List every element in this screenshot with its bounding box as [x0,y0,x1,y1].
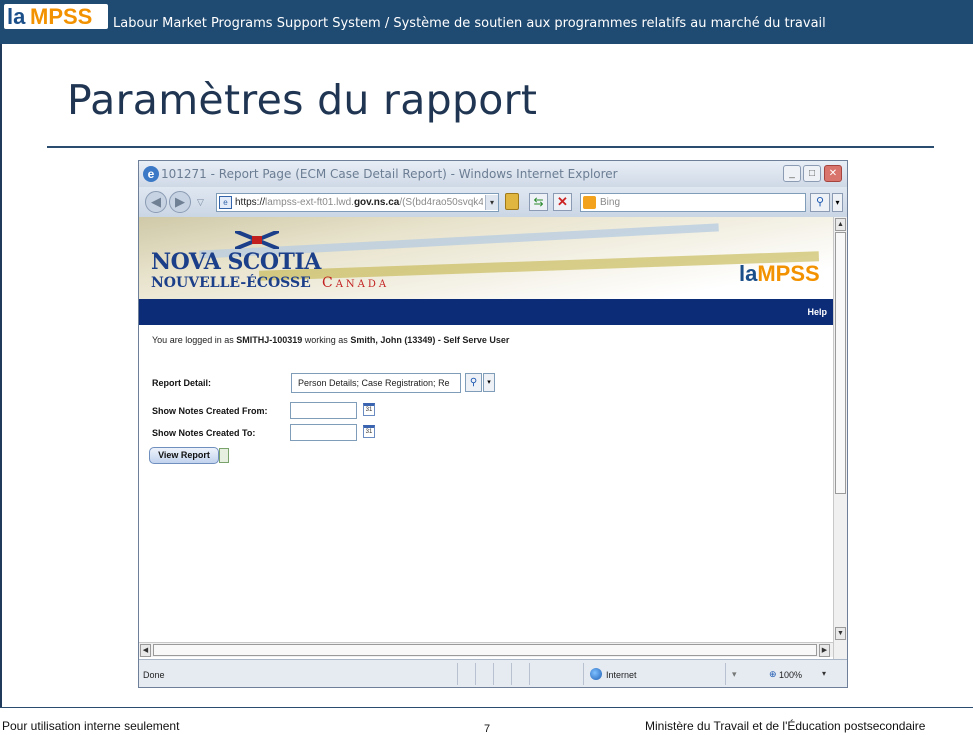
report-detail-label: Report Detail: [152,378,212,388]
recent-pages-dropdown-icon[interactable]: ▽ [197,197,204,208]
status-bar: Done Internet ▾ ⊕ 100% ▾ [139,659,847,687]
login-role: Smith, John (13349) - Self Serve User [350,335,510,345]
lampss-logo: la MPSS [4,4,108,29]
bing-icon [583,196,596,209]
help-link[interactable]: Help [807,307,827,317]
search-placeholder: Bing [600,197,621,208]
province-name-fr: NOUVELLE-ÉCOSSE [151,275,311,291]
page-content: NOVA SCOTIA NOUVELLE-ÉCOSSE Canada laMPS… [139,217,833,659]
maximize-button[interactable]: □ [803,165,821,182]
status-divider [475,663,476,685]
globe-icon [590,668,602,680]
scroll-right-icon[interactable]: ▶ [819,644,830,657]
page-number: 7 [484,723,491,735]
search-input[interactable]: Bing [580,193,806,212]
slide-banner: la MPSS Labour Market Programs Support S… [0,0,973,44]
browser-titlebar[interactable]: e 101271 - Report Page (ECM Case Detail … [139,161,847,187]
horizontal-scrollbar[interactable]: ◀ ▶ [139,642,833,657]
protected-mode-icon[interactable]: ▾ [732,669,737,680]
notes-from-label: Show Notes Created From: [152,406,268,416]
lock-icon[interactable] [505,193,519,210]
vertical-scrollbar[interactable]: ▲ ▼ [833,217,847,659]
report-detail-dropdown-icon[interactable]: ▾ [483,373,495,392]
login-prefix: You are logged in as [152,335,237,345]
zoom-level[interactable]: 100% [779,670,802,680]
address-text[interactable]: https://lampss-ext-ft01.lwd.gov.ns.ca/(S… [235,197,483,208]
minimize-button[interactable]: _ [783,165,801,182]
status-divider [493,663,494,685]
forward-button[interactable]: ▶ [169,191,191,213]
stop-button[interactable]: ✕ [553,193,572,211]
status-divider [529,663,530,685]
status-divider [725,663,726,685]
status-divider [457,663,458,685]
url-domain: gov.ns.ca [353,197,400,208]
footer-ministry: Ministère du Travail et de l'Éducation p… [645,719,926,733]
footer-confidentiality: Pour utilisation interne seulement [2,719,180,733]
country-name: Canada [322,275,390,291]
app-logo-la: la [739,261,758,286]
address-toolbar: ◀ ▶ ▽ e https://lampss-ext-ft01.lwd.gov.… [139,187,847,217]
login-middle: working as [302,335,351,345]
close-button[interactable]: ✕ [824,165,842,182]
address-bar[interactable]: e https://lampss-ext-ft01.lwd.gov.ns.ca/… [216,193,499,212]
address-dropdown-icon[interactable]: ▾ [485,195,498,210]
back-button[interactable]: ◀ [145,191,167,213]
notes-to-input[interactable] [290,424,357,441]
view-report-indicator-icon [219,448,229,463]
vertical-scroll-thumb[interactable] [835,232,846,494]
horizontal-scroll-thumb[interactable] [153,644,817,656]
page-icon: e [219,196,232,209]
page-title: Paramètres du rapport [67,76,538,124]
login-user: SMITHJ-100319 [236,335,303,345]
status-divider [511,663,512,685]
scroll-left-icon[interactable]: ◀ [140,644,151,657]
report-detail-field[interactable]: Person Details; Case Registration; Re [291,373,461,393]
search-options-dropdown-icon[interactable]: ▾ [832,193,843,212]
province-name: NOVA SCOTIA [151,249,321,275]
logo-text-la: la [7,4,26,29]
zoom-dropdown-icon[interactable]: ▾ [822,669,826,678]
login-status: You are logged in as SMITHJ-100319 worki… [152,335,512,346]
scroll-down-icon[interactable]: ▼ [835,627,846,640]
app-logo-mpss: MPSS [757,261,820,286]
view-report-button[interactable]: View Report [149,447,219,464]
ie-logo-icon: e [143,166,159,182]
scroll-up-icon[interactable]: ▲ [835,218,846,231]
footer-divider [0,707,973,708]
url-host-prefix: lampss-ext-ft01.lwd. [265,197,354,208]
notes-from-input[interactable] [290,402,357,419]
security-zone: Internet [606,670,637,680]
slide-frame-left [0,44,2,708]
calendar-to-icon[interactable]: 31 [363,425,375,438]
nova-scotia-header: NOVA SCOTIA NOUVELLE-ÉCOSSE Canada laMPS… [139,217,833,299]
refresh-button[interactable]: ⇆ [529,193,548,211]
zoom-icon[interactable]: ⊕ [769,669,777,680]
banner-text: Labour Market Programs Support System / … [113,16,826,31]
status-divider [583,663,584,685]
calendar-from-icon[interactable]: 31 [363,403,375,416]
url-path: /(S(bd4rao50svqk4 [399,197,483,208]
lampss-app-logo: laMPSS [739,261,820,287]
url-scheme: https:// [235,197,266,208]
status-text: Done [143,670,165,680]
browser-window: e 101271 - Report Page (ECM Case Detail … [138,160,848,688]
report-detail-lookup-button[interactable]: ⚲ [465,373,482,392]
window-title: 101271 - Report Page (ECM Case Detail Re… [161,167,618,181]
logo-text-mpss: MPSS [30,4,93,29]
notes-to-label: Show Notes Created To: [152,428,256,438]
search-button[interactable]: ⚲ [810,193,830,212]
page-nav-bar: Help [139,299,833,325]
title-divider [47,146,934,148]
nova-scotia-flag-icon [235,231,279,249]
